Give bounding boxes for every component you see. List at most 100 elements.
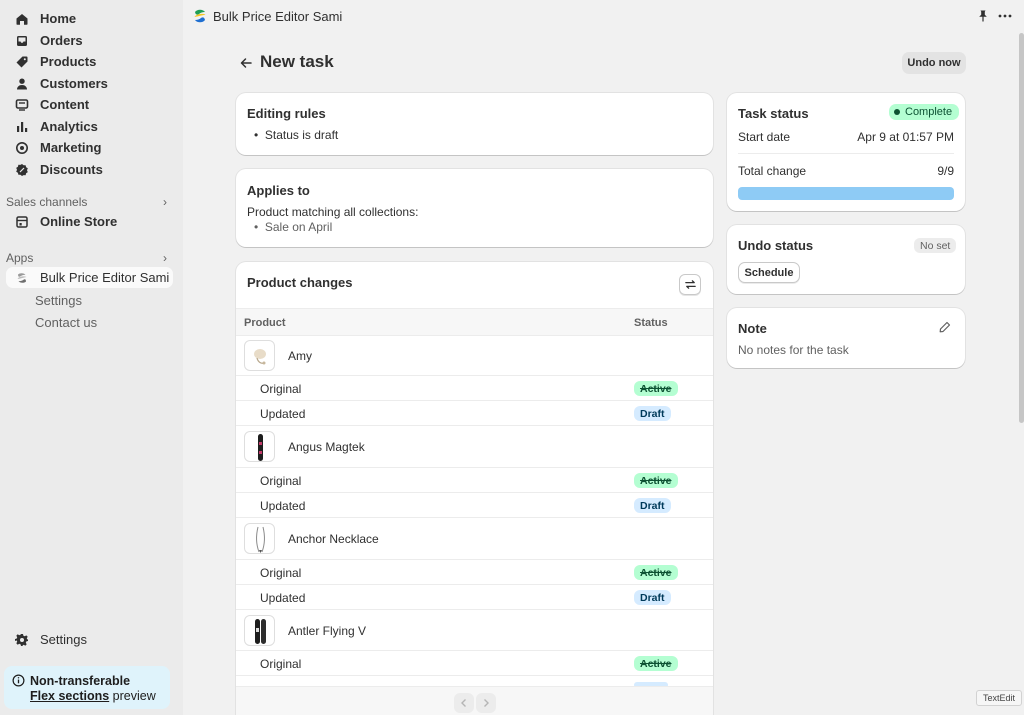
applies-to-card: Applies to Product matching all collecti…: [236, 169, 713, 247]
product-name: Anchor Necklace: [288, 532, 379, 546]
nav-content[interactable]: Content: [6, 94, 173, 115]
total-change-label: Total change: [738, 164, 807, 178]
refresh-icon: [684, 280, 696, 289]
apps-label: Apps: [6, 251, 34, 265]
prev-page-button[interactable]: [454, 693, 474, 713]
inbox-icon: [15, 34, 29, 48]
product-thumbnail: [244, 431, 275, 462]
info-icon: [12, 674, 25, 687]
pagination: [236, 686, 713, 715]
start-date-label: Start date: [738, 130, 791, 144]
note-title: Note: [738, 321, 767, 336]
status-badge: Active: [634, 656, 678, 671]
table-row: Original Active: [236, 468, 713, 493]
product-thumbnail: [244, 615, 275, 646]
app-topbar: Bulk Price Editor Sami: [183, 0, 1024, 33]
task-status-badge: Complete: [889, 104, 960, 120]
undo-now-button[interactable]: Undo now: [902, 52, 966, 74]
nav-app-contact-us[interactable]: Contact us: [35, 315, 97, 330]
target-icon: [15, 141, 29, 155]
status-badge: Draft: [634, 406, 671, 421]
status-badge: Active: [634, 381, 678, 396]
chevron-right-icon: ›: [163, 195, 167, 209]
nav-discounts-label: Discounts: [40, 162, 103, 177]
nav-products-label: Products: [40, 54, 97, 69]
sales-channels-header[interactable]: Sales channels ›: [6, 195, 173, 209]
app-logo-icon: [194, 9, 206, 23]
apps-header[interactable]: Apps ›: [6, 251, 173, 265]
app-logo-icon: [15, 271, 29, 285]
nav-app-bulk-price-editor[interactable]: Bulk Price Editor Sami: [6, 267, 173, 288]
total-change-value: 9/9: [937, 164, 954, 178]
nav-products[interactable]: Products: [6, 51, 173, 72]
table-row: Updated Draft: [236, 493, 713, 518]
status-badge: Draft: [634, 590, 671, 605]
table-row: Original Active: [236, 560, 713, 585]
schedule-button[interactable]: Schedule: [738, 262, 800, 283]
table-row[interactable]: Amy: [236, 336, 713, 376]
chevron-left-icon: [461, 699, 466, 707]
collection-text: Sale on April: [264, 220, 333, 234]
pin-icon[interactable]: [976, 9, 990, 23]
editing-rules-title: Editing rules: [247, 106, 326, 121]
nav-discounts[interactable]: Discounts: [6, 159, 173, 180]
chevron-right-icon: ›: [163, 251, 167, 265]
updated-label: Updated: [260, 499, 306, 513]
page-scrollbar[interactable]: [1019, 33, 1024, 423]
rule-item: • Status is draft: [254, 128, 339, 142]
nav-analytics[interactable]: Analytics: [6, 116, 173, 137]
more-actions-icon[interactable]: [997, 9, 1013, 23]
nav-orders[interactable]: Orders: [6, 30, 173, 51]
pencil-icon[interactable]: [939, 321, 951, 333]
product-thumbnail: [244, 523, 275, 554]
refresh-button[interactable]: [679, 274, 701, 295]
home-icon: [15, 12, 29, 26]
original-label: Original: [260, 382, 302, 396]
table-header: Product Status: [236, 308, 713, 336]
nav-marketing-label: Marketing: [40, 140, 102, 155]
table-row: Original Active: [236, 376, 713, 401]
content-icon: [15, 98, 29, 112]
nav-marketing[interactable]: Marketing: [6, 137, 173, 158]
applies-to-description: Product matching all collections:: [247, 205, 419, 219]
column-status: Status: [634, 317, 668, 329]
nav-settings[interactable]: Settings: [6, 629, 173, 650]
sales-channels-label: Sales channels: [6, 195, 88, 209]
original-label: Original: [260, 657, 302, 671]
task-status-card: Task status Complete Start date Apr 9 at…: [727, 93, 965, 211]
next-page-button[interactable]: [476, 693, 496, 713]
rule-text: Status is draft: [264, 128, 339, 142]
nav-online-store[interactable]: Online Store: [6, 211, 173, 232]
table-row: Updated Draft: [236, 585, 713, 610]
nav-content-label: Content: [40, 97, 90, 112]
collection-item: • Sale on April: [254, 220, 333, 234]
back-arrow-icon[interactable]: [238, 55, 254, 71]
nav-home[interactable]: Home: [6, 8, 173, 29]
sidebar: Home Orders Products Customers Content A…: [0, 0, 183, 715]
progress-bar: [738, 187, 954, 200]
note-card: Note No notes for the task: [727, 308, 965, 368]
status-badge: Active: [634, 565, 678, 580]
nav-app-label: Bulk Price Editor Sami: [40, 270, 170, 285]
original-label: Original: [260, 566, 302, 580]
undo-status-title: Undo status: [738, 238, 814, 253]
original-label: Original: [260, 474, 302, 488]
table-row[interactable]: Angus Magtek: [236, 426, 713, 468]
flex-sections-link[interactable]: Flex sections: [30, 689, 109, 703]
table-row: Original Active: [236, 651, 713, 676]
nav-home-label: Home: [40, 11, 77, 26]
app-title: Bulk Price Editor Sami: [213, 9, 343, 24]
nav-analytics-label: Analytics: [40, 119, 98, 134]
notice-title: Non-transferable: [30, 674, 131, 688]
notice-suffix: preview: [109, 689, 156, 703]
table-row[interactable]: Anchor Necklace: [236, 518, 713, 560]
nav-customers[interactable]: Customers: [6, 73, 173, 94]
flex-sections-notice: Non-transferable Flex sections preview: [4, 666, 170, 709]
updated-label: Updated: [260, 407, 306, 421]
bar-chart-icon: [15, 120, 29, 134]
discount-icon: [15, 163, 29, 177]
nav-app-settings[interactable]: Settings: [35, 293, 82, 308]
table-row[interactable]: Antler Flying V: [236, 610, 713, 651]
editing-rules-card: Editing rules • Status is draft: [236, 93, 713, 155]
undo-status-card: Undo status No set Schedule: [727, 225, 965, 294]
